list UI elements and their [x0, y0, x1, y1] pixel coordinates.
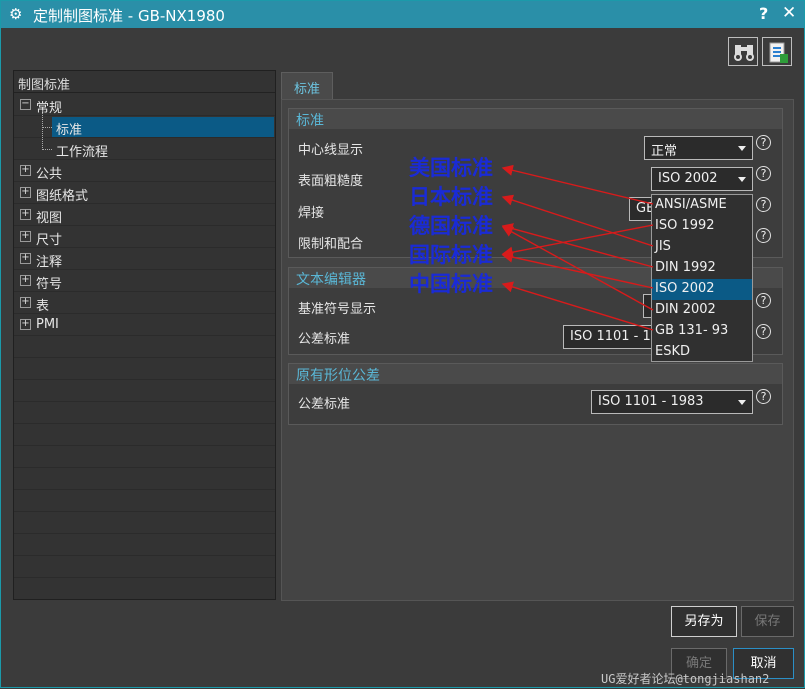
tree-item-label: 标准: [56, 123, 83, 138]
arrow-ansi: [501, 164, 654, 205]
annotation-arrows: [501, 164, 654, 331]
arrow-gb: [501, 281, 654, 331]
arrow-iso2002: [501, 251, 654, 289]
watermark: UG爱好者论坛@tongjiashan2: [601, 672, 770, 686]
save-as-button[interactable]: 另存为: [671, 606, 737, 637]
save-button[interactable]: 保存: [741, 606, 794, 637]
dialog-window: ⚙ 定制制图标准 - GB-NX1980 ? ✕ 制图标准 − 常规 标准 工作…: [0, 0, 805, 688]
arrow-din1992: [501, 223, 654, 268]
